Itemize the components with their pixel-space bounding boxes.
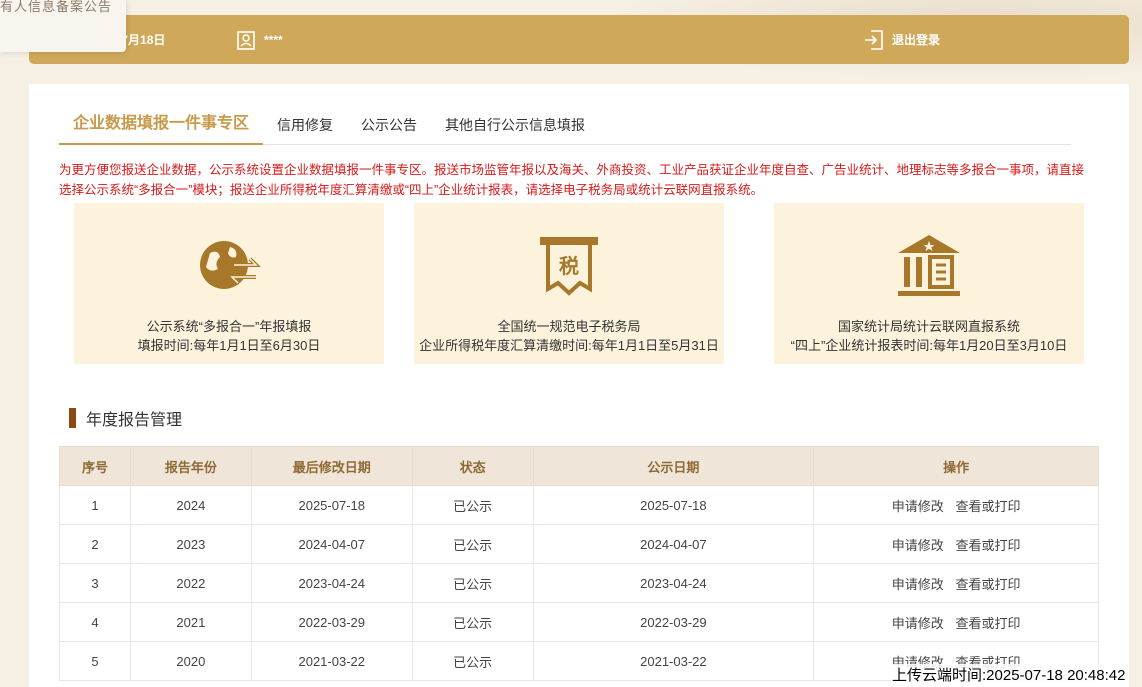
tab-credit-repair[interactable]: 信用修复 (263, 112, 347, 145)
notice-popup-text: 有人信息备案公告 (0, 0, 113, 14)
column-header: 最后修改日期 (250, 446, 413, 486)
user-name: **** (264, 32, 283, 47)
cell-status: 已公示 (411, 602, 534, 642)
table-row: 2 2023 2024-04-07 已公示 2024-04-07 申请修改 查看… (59, 524, 1099, 564)
cell-year: 2023 (129, 524, 252, 564)
cell-modified: 2022-03-29 (250, 602, 413, 642)
section-marker (69, 408, 76, 428)
cell-index: 1 (59, 485, 131, 525)
logout-icon (865, 29, 883, 50)
column-header: 操作 (813, 446, 1099, 486)
view-print-link[interactable]: 查看或打印 (955, 538, 1020, 553)
card-title: 国家统计局统计云联网直报系统 (837, 319, 1020, 334)
cell-status: 已公示 (411, 524, 534, 564)
table-row: 4 2021 2022-03-29 已公示 2022-03-29 申请修改 查看… (59, 602, 1099, 642)
tax-icon: 税 (540, 237, 598, 296)
column-header: 状态 (411, 446, 534, 486)
tax-icon-text: 税 (559, 254, 579, 278)
apply-modify-link[interactable]: 申请修改 (892, 577, 944, 592)
cell-modified: 2024-04-07 (250, 524, 413, 564)
tab-other-disclosure[interactable]: 其他自行公示信息填报 (431, 112, 599, 145)
cell-actions: 申请修改 查看或打印 (813, 524, 1099, 564)
logout-button[interactable]: 退出登录 (863, 15, 940, 64)
cell-index: 5 (59, 641, 131, 681)
logout-label: 退出登录 (892, 33, 941, 47)
cell-modified: 2025-07-18 (250, 485, 413, 525)
card-subtitle: “四上”企业统计报表时间:每年1月20日至3月10日 (790, 338, 1068, 353)
card-title: 全国统一规范电子税务局 (497, 319, 641, 334)
apply-modify-link[interactable]: 申请修改 (892, 616, 944, 631)
globe-exchange-icon (200, 241, 261, 289)
card-statistics[interactable]: 国家统计局统计云联网直报系统 “四上”企业统计报表时间:每年1月20日至3月10… (774, 203, 1084, 364)
view-print-link[interactable]: 查看或打印 (955, 499, 1020, 514)
column-header: 报告年份 (129, 446, 252, 486)
view-print-link[interactable]: 查看或打印 (955, 577, 1020, 592)
apply-modify-link[interactable]: 申请修改 (892, 499, 944, 514)
cell-modified: 2021-03-22 (250, 641, 413, 681)
apply-modify-link[interactable]: 申请修改 (892, 538, 944, 553)
user-display: **** (235, 15, 283, 64)
table-row: 3 2022 2023-04-24 已公示 2023-04-24 申请修改 查看… (59, 563, 1099, 603)
card-annual-report[interactable]: 公示系统“多报合一”年报填报 填报时间:每年1月1日至6月30日 (74, 203, 384, 364)
annual-report-table: 序号 报告年份 最后修改日期 状态 公示日期 操作 1 2024 2025-07… (59, 446, 1099, 681)
card-subtitle: 企业所得税年度汇算清缴时间:每年1月1日至5月31日 (419, 338, 719, 353)
cell-actions: 申请修改 查看或打印 (813, 602, 1099, 642)
government-building-icon (898, 235, 960, 296)
column-header: 公示日期 (532, 446, 815, 486)
card-subtitle: 填报时间:每年1月1日至6月30日 (137, 338, 321, 353)
cell-published: 2025-07-18 (532, 485, 815, 525)
user-badge-icon (237, 30, 255, 50)
section-title: 年度报告管理 (69, 406, 182, 430)
service-cards: 公示系统“多报合一”年报填报 填报时间:每年1月1日至6月30日 税 全国统一规… (74, 203, 1084, 364)
cell-year: 2020 (129, 641, 252, 681)
main-panel: 企业数据填报一件事专区 信用修复 公示公告 其他自行公示信息填报 为更方便您报送… (29, 84, 1129, 687)
cell-status: 已公示 (411, 563, 534, 603)
cell-actions: 申请修改 查看或打印 (813, 563, 1099, 603)
table-header-row: 序号 报告年份 最后修改日期 状态 公示日期 操作 (59, 446, 1099, 486)
cell-published: 2024-04-07 (532, 524, 815, 564)
tab-enterprise-data[interactable]: 企业数据填报一件事专区 (59, 112, 264, 145)
tab-announcements[interactable]: 公示公告 (347, 112, 431, 145)
cell-year: 2022 (129, 563, 252, 603)
card-title: 公示系统“多报合一”年报填报 (146, 319, 312, 334)
cell-status: 已公示 (411, 641, 534, 681)
view-print-link[interactable]: 查看或打印 (955, 616, 1020, 631)
table-row: 1 2024 2025-07-18 已公示 2025-07-18 申请修改 查看… (59, 485, 1099, 525)
cell-index: 3 (59, 563, 131, 603)
cell-index: 4 (59, 602, 131, 642)
tab-bar: 企业数据填报一件事专区 信用修复 公示公告 其他自行公示信息填报 (59, 112, 1071, 145)
section-title-text: 年度报告管理 (86, 412, 183, 429)
cell-actions: 申请修改 查看或打印 (813, 485, 1099, 525)
card-tax-bureau[interactable]: 税 全国统一规范电子税务局 企业所得税年度汇算清缴时间:每年1月1日至5月31日 (414, 203, 724, 364)
upload-time-overlay: 上传云端时间:2025-07-18 20:48:42 (891, 664, 1129, 685)
cell-modified: 2023-04-24 (250, 563, 413, 603)
cell-year: 2021 (129, 602, 252, 642)
cell-year: 2024 (129, 485, 252, 525)
column-header: 序号 (59, 446, 131, 486)
notice-text: 为更方便您报送企业数据，公示系统设置企业数据填报一件事专区。报送市场监管年报以及… (59, 163, 1085, 197)
cell-index: 2 (59, 524, 131, 564)
notice-popup[interactable]: 有人信息备案公告 (0, 0, 126, 52)
top-bar: 2025年07月18日 **** 退出登录 (29, 15, 1129, 64)
cell-published: 2023-04-24 (532, 563, 815, 603)
cell-published: 2021-03-22 (532, 641, 815, 681)
cell-status: 已公示 (411, 485, 534, 525)
cell-published: 2022-03-29 (532, 602, 815, 642)
